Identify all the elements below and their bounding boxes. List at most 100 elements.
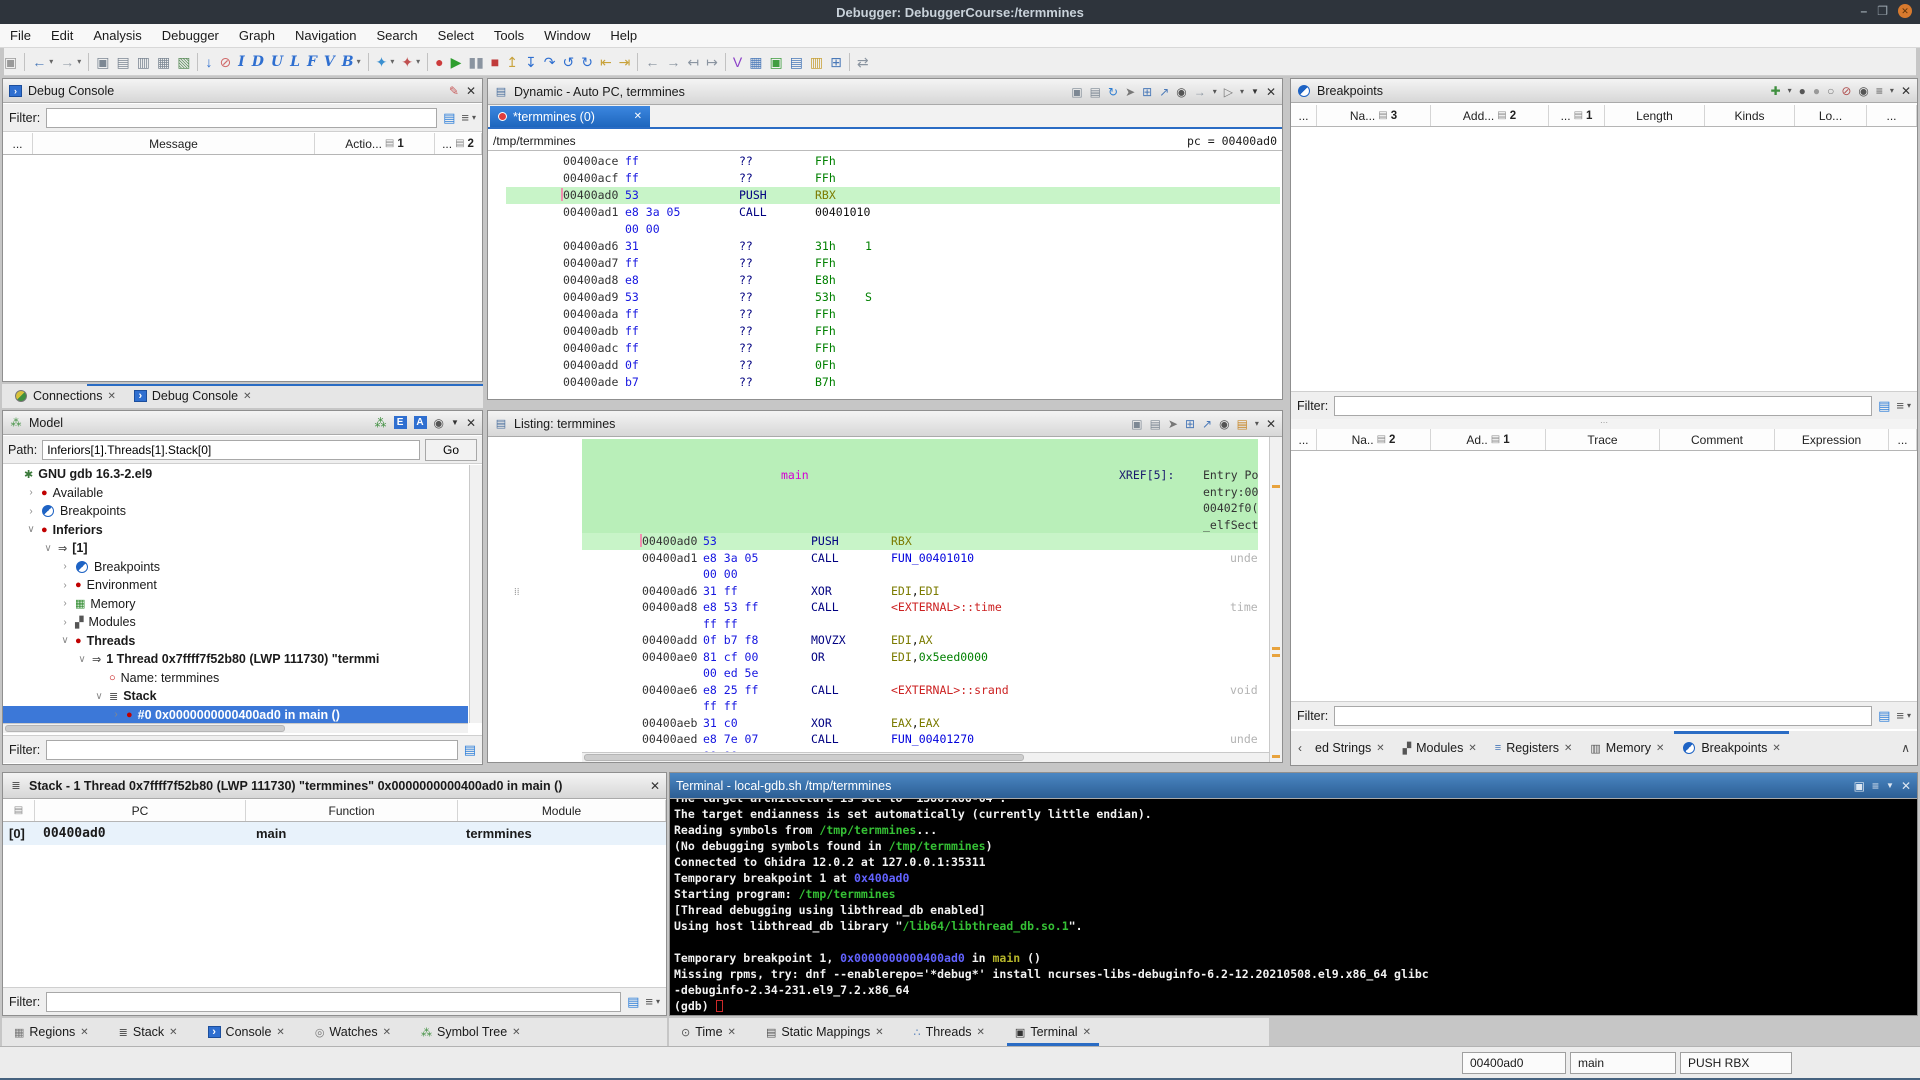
panel-dropdown-icon[interactable]: ▼: [1251, 87, 1259, 96]
disable-all-icon[interactable]: ●: [1813, 85, 1820, 97]
tree-item[interactable]: ∨ ⇒ [1]: [3, 539, 468, 558]
tab-connections[interactable]: Connections ✕: [6, 384, 124, 408]
tab-stack[interactable]: ≣ Stack ✕: [111, 1018, 186, 1046]
filter-options-icon[interactable]: ▤: [627, 994, 639, 1010]
forward-icon[interactable]: →: [60, 55, 74, 69]
column-header-kinds[interactable]: Kinds: [1705, 105, 1795, 126]
disconnect-icon[interactable]: ↥: [506, 55, 518, 69]
dynamic-header[interactable]: ▤ Dynamic - Auto PC, termmines ▣ ▤ ↻ ➤ ⊞ ↗ ◉ → ▾…: [488, 79, 1282, 105]
close-window-icon[interactable]: ✕: [1898, 4, 1912, 18]
eraser-icon[interactable]: ✎: [449, 85, 459, 97]
tab-memory[interactable]: ▥ Memory ✕: [1582, 731, 1672, 765]
disasm-row[interactable]: 00400ad1 e8 3a 05 CALL 00401010: [488, 204, 1280, 221]
close-tab-icon[interactable]: ✕: [1656, 743, 1664, 754]
model-filter-input[interactable]: [46, 739, 458, 760]
terminal-header[interactable]: Terminal - local-gdb.sh /tmp/termmines ▣…: [670, 773, 1917, 799]
clear-all-icon[interactable]: ○: [1827, 85, 1834, 97]
close-tab-icon[interactable]: ✕: [875, 1027, 883, 1038]
tab-debug-console[interactable]: › Debug Console ✕: [126, 384, 260, 408]
stack-row[interactable]: [0] 00400ad0 main termmines: [3, 822, 666, 845]
close-icon[interactable]: ✕: [1266, 86, 1276, 98]
tree-item[interactable]: › ● Available: [3, 484, 468, 503]
column-header-length[interactable]: Length: [1605, 105, 1705, 126]
data-type-icon[interactable]: ✦: [401, 55, 413, 69]
expander-icon[interactable]: ›: [60, 580, 70, 591]
step-into-icon[interactable]: ↧: [525, 55, 537, 69]
tab-regions[interactable]: ▦ Regions ✕: [6, 1018, 97, 1046]
tree-item[interactable]: › ▞ Modules: [3, 613, 468, 632]
expander-icon[interactable]: ∨: [77, 654, 87, 665]
column-header-trace[interactable]: Trace: [1546, 429, 1660, 450]
filter-options-icon[interactable]: ▤: [1878, 398, 1890, 414]
tree-item[interactable]: › ▦ Memory: [3, 595, 468, 614]
listing-row[interactable]: ff ff: [488, 616, 1267, 633]
expander-icon[interactable]: ›: [60, 598, 70, 609]
tree-item[interactable]: ✱ GNU gdb 16.3-2.el9: [3, 465, 468, 484]
snapshot-camera-icon[interactable]: ◉: [434, 417, 444, 429]
minimize-icon[interactable]: –: [1861, 4, 1868, 18]
copy-icon[interactable]: ▣: [1131, 418, 1142, 430]
disasm-row[interactable]: 00400ad8 e8?? E8h: [488, 272, 1280, 289]
step-over-icon[interactable]: ↷: [544, 55, 556, 69]
tree-item[interactable]: ∨ ● Inferiors: [3, 521, 468, 540]
disasm-row[interactable]: 00400ad9 53?? 53h S: [488, 289, 1280, 306]
column-header-blank[interactable]: ▤: [3, 800, 35, 821]
tab-modules[interactable]: ▞ Modules ✕: [1395, 731, 1485, 765]
close-tab-icon[interactable]: ✕: [276, 1027, 284, 1038]
column-header-[interactable]: ...: [3, 133, 33, 154]
close-tab-icon[interactable]: ✕: [1468, 743, 1476, 754]
tree-item[interactable]: › ● #0 0x0000000000400ad0 in main (): [3, 705, 468, 723]
export-program-icon[interactable]: ▧: [177, 55, 190, 69]
path-input[interactable]: [42, 439, 420, 460]
follow-dropdown-icon[interactable]: ▾: [1240, 87, 1244, 96]
listing-row[interactable]: 00400ae6 e8 25 ff CALL <EXTERNAL>::srand voi…: [488, 682, 1267, 699]
tab-threads[interactable]: ∴ Threads ✕: [906, 1018, 993, 1046]
close-icon[interactable]: ✕: [1901, 780, 1911, 792]
paste-special-icon[interactable]: ▤: [117, 55, 130, 69]
map-back-icon[interactable]: ←: [645, 55, 659, 69]
go-button[interactable]: Go: [425, 438, 477, 461]
menu-search[interactable]: Search: [366, 24, 427, 47]
expand-a-button[interactable]: A: [413, 416, 427, 429]
close-tab-icon[interactable]: ✕: [108, 391, 116, 402]
options-icon[interactable]: ≡: [1872, 780, 1879, 792]
patch-icon[interactable]: ▥: [137, 55, 150, 69]
locations-filter-input[interactable]: [1334, 705, 1873, 726]
disasm-row[interactable]: 00400adb ff?? FFh: [488, 323, 1280, 340]
column-header-na[interactable]: Na.. ▤ 2: [1317, 429, 1431, 450]
menu-file[interactable]: File: [0, 24, 41, 47]
listing-dropdown-icon[interactable]: ▾: [1255, 419, 1259, 428]
maximize-icon[interactable]: ❐: [1877, 4, 1888, 18]
letter-f-icon[interactable]: F: [307, 55, 317, 69]
close-tab-icon[interactable]: ✕: [728, 1027, 736, 1038]
debug-console-body[interactable]: [3, 155, 482, 381]
menu-tools[interactable]: Tools: [484, 24, 534, 47]
collapse-tabs-icon[interactable]: ∧: [1898, 741, 1913, 755]
expander-icon[interactable]: ›: [60, 617, 70, 628]
breakpoints-header[interactable]: Breakpoints ✚ ▾ ● ● ○ ⊘ ◉ ≡ ▾ ✕: [1291, 79, 1917, 103]
close-tab-icon[interactable]: ✕: [1083, 1027, 1091, 1038]
version-diff-icon[interactable]: V: [733, 55, 742, 69]
chart-icon[interactable]: ↗: [1159, 86, 1169, 98]
column-header-expression[interactable]: Expression: [1775, 429, 1889, 450]
listing-hscrollbar[interactable]: [582, 752, 1269, 762]
listing-header[interactable]: ▤ Listing: termmines ▣ ▤ ➤ ⊞ ↗ ◉ ▤ ▾ ✕: [488, 411, 1282, 437]
breakpoint-locations-body[interactable]: [1291, 451, 1917, 701]
menu-select[interactable]: Select: [428, 24, 484, 47]
filter-dropdown-icon[interactable]: ▾: [1907, 711, 1911, 720]
column-header-[interactable]: ...: [1889, 429, 1917, 450]
model-hscrollbar[interactable]: [3, 723, 468, 733]
breakpoints-filter-input[interactable]: [1334, 395, 1873, 416]
listing-row[interactable]: 00400aed e8 7e 07 CALL FUN_00401270 unde: [488, 731, 1267, 748]
back-icon[interactable]: ←: [32, 55, 46, 69]
column-header-add[interactable]: Add... ▤ 2: [1431, 105, 1549, 126]
close-tab-icon[interactable]: ✕: [169, 1027, 177, 1038]
tab-watches[interactable]: ◎ Watches ✕: [307, 1018, 399, 1046]
column-filter-icon[interactable]: ≡: [1896, 398, 1904, 413]
byte-viewer-icon[interactable]: ▥: [810, 55, 823, 69]
disasm-row[interactable]: 00400adc ff?? FFh: [488, 340, 1280, 357]
record-target-icon[interactable]: ●: [435, 55, 443, 69]
column-header-pc[interactable]: PC: [35, 800, 246, 821]
disasm-row[interactable]: 00400ace ff?? FFh: [488, 153, 1280, 170]
snapshot-camera-icon[interactable]: ◉: [1219, 418, 1229, 430]
